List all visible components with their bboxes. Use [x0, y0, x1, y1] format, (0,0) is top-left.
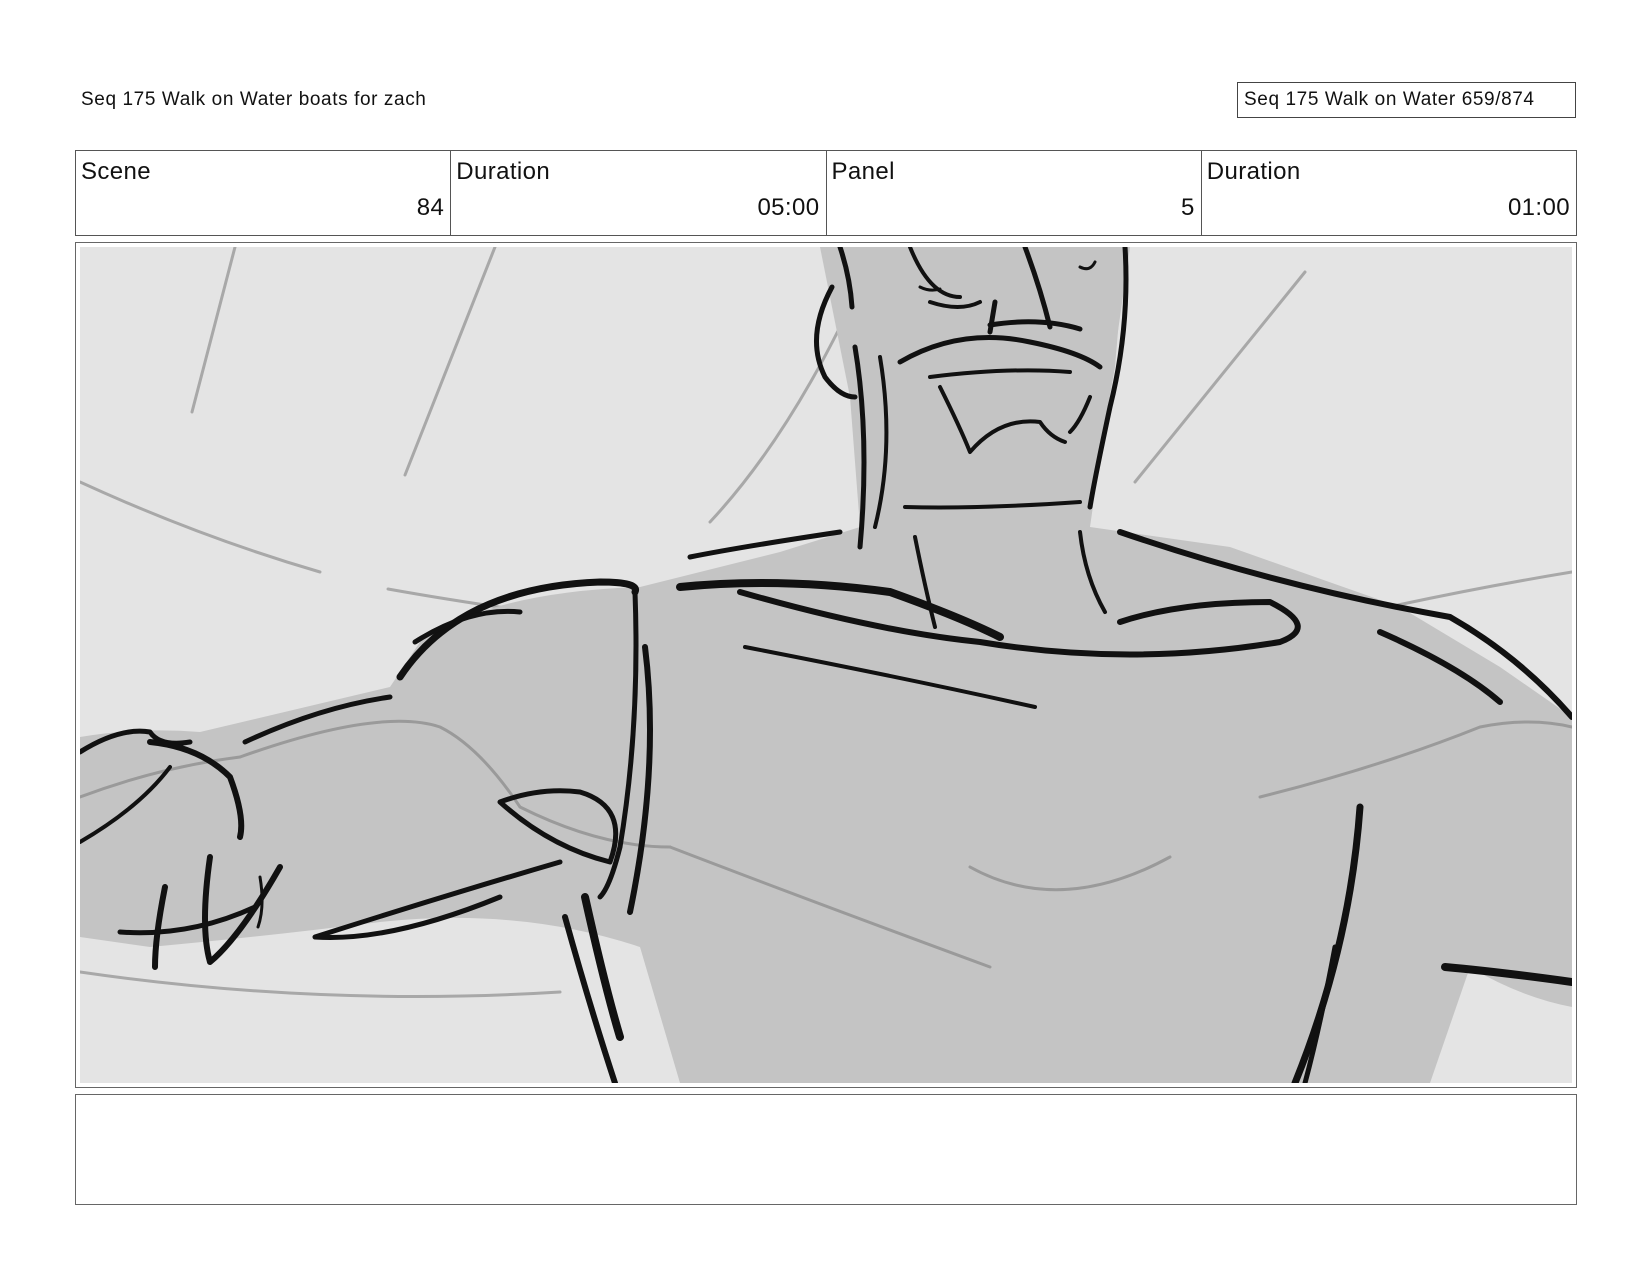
panel-duration-label: Duration — [1206, 158, 1301, 185]
scene-value: 84 — [416, 194, 445, 221]
panel-duration-value: 01:00 — [1507, 194, 1570, 221]
scene-cell: Scene 84 — [76, 151, 452, 235]
scene-duration-label: Duration — [456, 158, 551, 185]
storyboard-sketch — [80, 247, 1572, 1083]
sequence-title: Seq 175 Walk on Water boats for zach — [81, 89, 427, 110]
panel-cell: Panel 5 — [827, 151, 1202, 235]
panel-value: 5 — [1181, 194, 1195, 221]
page-reference: Seq 175 Walk on Water 659/874 — [1237, 82, 1576, 118]
notes-box — [75, 1094, 1577, 1205]
scene-duration-cell: Duration 05:00 — [451, 151, 827, 235]
scene-label: Scene — [81, 158, 152, 185]
storyboard-panel — [75, 242, 1577, 1088]
panel-duration-cell: Duration 01:00 — [1202, 151, 1576, 235]
scene-duration-value: 05:00 — [757, 194, 820, 221]
panel-label: Panel — [831, 158, 895, 185]
shot-info-table: Scene 84 Duration 05:00 Panel 5 Duration… — [75, 150, 1577, 236]
